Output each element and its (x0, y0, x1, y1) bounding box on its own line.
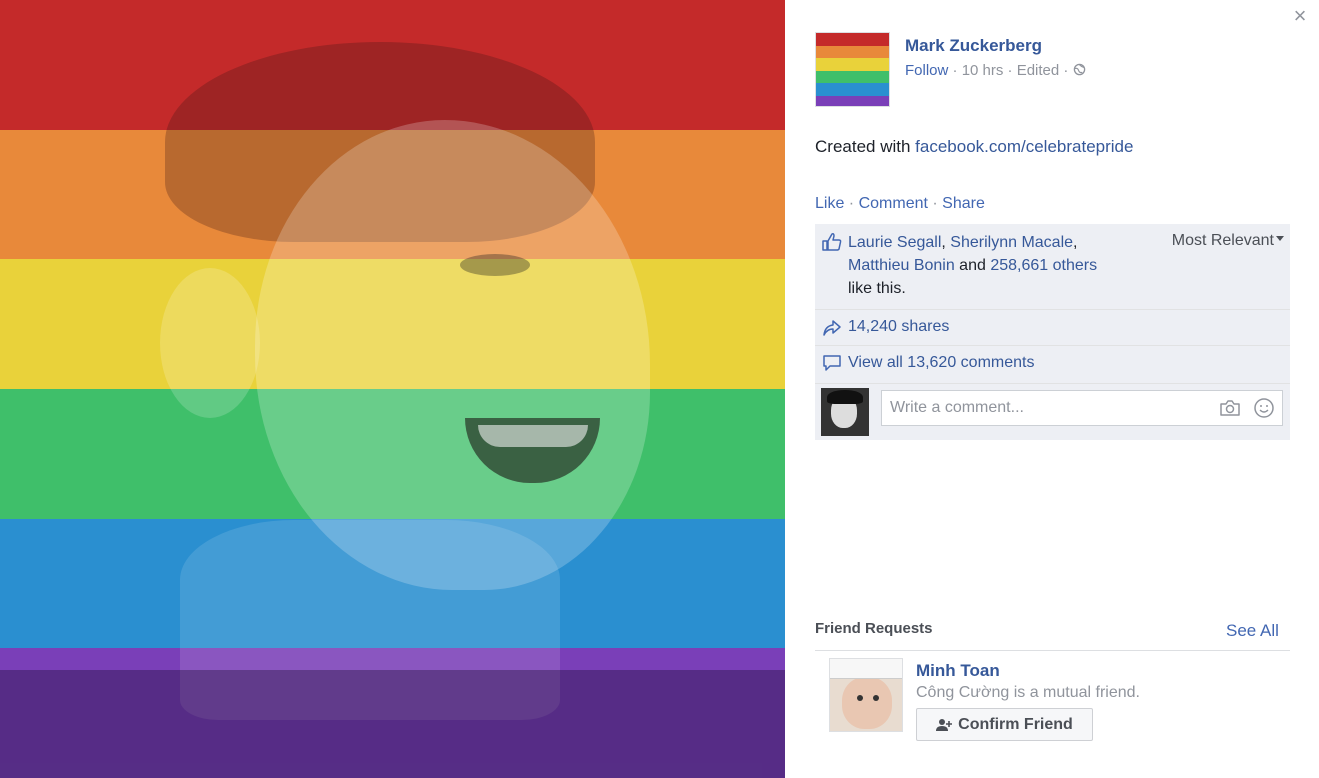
friend-requests-heading: Friend Requests (815, 620, 933, 637)
action-separator: · (844, 195, 859, 212)
caret-down-icon (1276, 236, 1284, 241)
post-timestamp[interactable]: · 10 hrs · Edited · (948, 62, 1072, 79)
shares-summary[interactable]: 14,240 shares (815, 310, 1290, 346)
liker-link[interactable]: Matthieu Bonin (848, 257, 955, 274)
avatar-stripe-red (816, 33, 889, 46)
portrait-shirt (0, 670, 785, 778)
see-all-link[interactable]: See All (1226, 621, 1279, 641)
ufi-box: Laurie Segall, Sherilynn Macale, Matthieu… (815, 224, 1290, 440)
requester-name-link[interactable]: Minh Toan (916, 661, 1000, 681)
portrait-teeth (478, 425, 588, 447)
comment-link[interactable]: Comment (859, 195, 928, 212)
confirm-friend-label: Confirm Friend (958, 715, 1073, 733)
liker-link[interactable]: Laurie Segall (848, 234, 941, 251)
likers-text: Laurie Segall, Sherilynn Macale, Matthieu… (848, 234, 1098, 297)
sort-dropdown[interactable]: Most Relevant (1172, 232, 1284, 250)
avatar-stripe-blue (816, 83, 889, 96)
view-all-comments-link[interactable]: View all 13,620 comments (848, 354, 1034, 372)
emoji-icon[interactable] (1253, 397, 1275, 419)
post-photo[interactable] (0, 0, 785, 778)
divider (815, 650, 1290, 651)
portrait-eye (460, 254, 530, 276)
comment-composer (815, 384, 1290, 440)
likes-summary: Laurie Segall, Sherilynn Macale, Matthieu… (815, 224, 1290, 310)
thumbs-up-icon (822, 233, 842, 251)
avatar-stripe-orange (816, 45, 889, 58)
author-avatar[interactable] (815, 32, 890, 107)
others-link[interactable]: 258,661 others (990, 257, 1097, 274)
globe-icon (1073, 63, 1085, 76)
speech-bubble-icon (823, 355, 841, 371)
requester-avatar[interactable] (829, 658, 903, 732)
likers-and: and (954, 257, 991, 274)
action-separator: · (927, 195, 943, 212)
follow-link[interactable]: Follow (905, 62, 948, 79)
camera-icon[interactable] (1218, 398, 1242, 418)
like-link[interactable]: Like (815, 195, 844, 212)
like-this-label: like this. (848, 280, 906, 297)
celebratepride-link[interactable]: facebook.com/celebratepride (915, 137, 1133, 156)
post-caption: Created with facebook.com/celebratepride (815, 137, 1133, 157)
avatar-stripe-green (816, 70, 889, 83)
viewer-avatar (821, 388, 869, 436)
avatar-stripe-yellow (816, 58, 889, 71)
mutual-friend-text: Công Cường is a mutual friend. (916, 684, 1140, 701)
avatar-stripe-purple (816, 95, 889, 106)
close-icon[interactable]: × (1290, 5, 1310, 27)
caption-text: Created with (815, 137, 916, 156)
portrait-ear (160, 268, 260, 418)
post-meta: Follow · 10 hrs · Edited · (905, 62, 1086, 79)
shares-count[interactable]: 14,240 shares (848, 318, 949, 336)
share-link[interactable]: Share (942, 195, 985, 212)
share-arrow-icon (823, 320, 841, 336)
liker-link[interactable]: Sherilynn Macale (950, 234, 1073, 251)
add-friend-icon (936, 718, 953, 731)
view-comments-row[interactable]: View all 13,620 comments (815, 346, 1290, 384)
post-actions: Like · Comment · Share (815, 195, 985, 213)
post-side-panel: × Mark Zuckerberg Follow · 10 hrs · Edit… (785, 0, 1319, 778)
sort-label: Most Relevant (1171, 232, 1274, 249)
author-name-link[interactable]: Mark Zuckerberg (905, 36, 1042, 56)
confirm-friend-button[interactable]: Confirm Friend (916, 708, 1093, 741)
